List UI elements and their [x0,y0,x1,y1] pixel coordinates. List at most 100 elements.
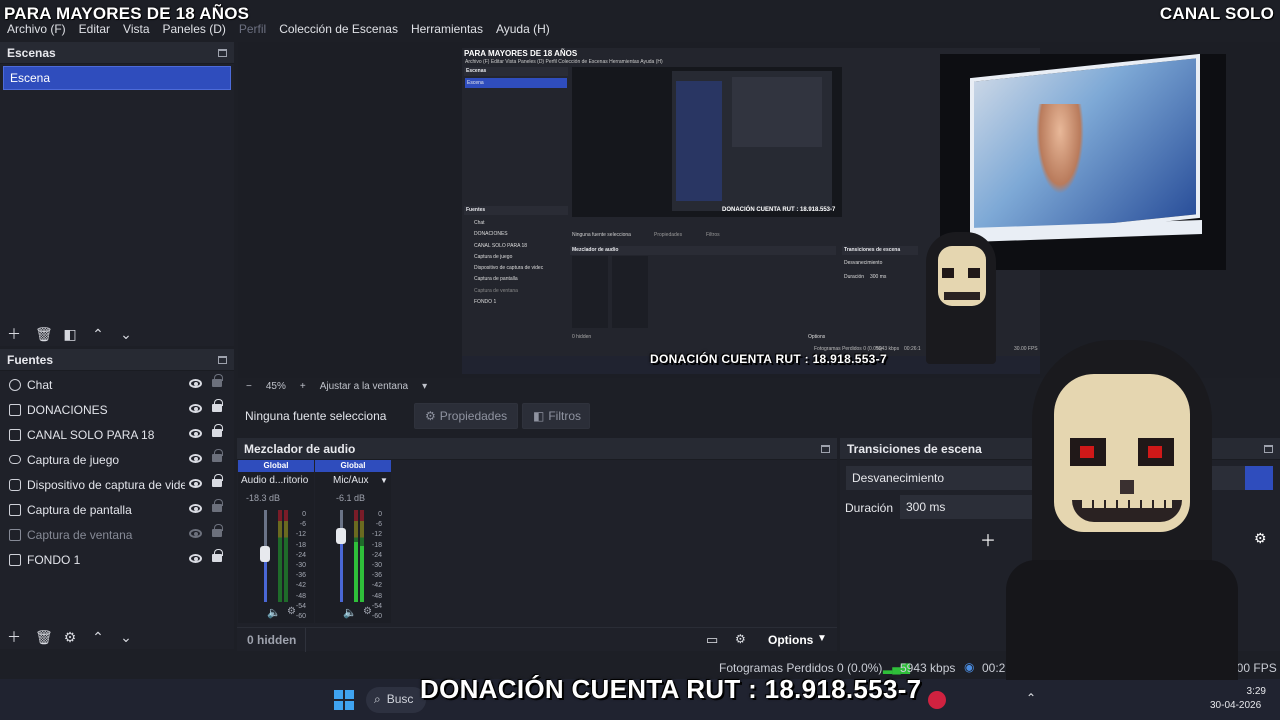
menu-coleccion[interactable]: Colección de Escenas [279,22,398,40]
nested-src: Captura de pantalla [474,276,518,283]
strip-name[interactable]: Audio d...ritorio [241,475,308,486]
nested-mixer-header: Mezclador de audio [570,246,836,255]
scene-filters-button[interactable]: ◧ [63,327,77,341]
chevron-down-icon[interactable]: ▼ [380,476,388,485]
source-label: Captura de juego [27,452,120,467]
popout-icon[interactable] [218,355,227,364]
audio-meter [284,510,288,602]
strip-settings-icon[interactable]: ⚙ [287,606,296,617]
clock-date: 30-04-2026 [1210,700,1262,711]
db-tick: 0 [302,511,306,518]
chevron-down-icon[interactable]: ▾ [422,381,427,392]
layout-icon[interactable]: ▭ [706,632,718,648]
sources-dock: Fuentes Chat DONACIONES CANAL SOLO PARA … [0,349,234,651]
mixer-strip-mic: Global Mic/Aux ▼ -6.1 dB 0 -6 -12 -18 -24 -30… [315,460,391,623]
menu-ayuda[interactable]: Ayuda (H) [496,22,550,40]
eye-icon[interactable] [189,429,202,438]
fit-window-label[interactable]: Ajustar a la ventana [320,381,408,392]
speaker-icon[interactable]: 🔈 [267,606,281,619]
popout-icon[interactable] [821,444,830,453]
db-tick: -36 [295,572,306,580]
gear-icon[interactable]: ⚙ [735,632,746,646]
add-source-button[interactable]: ＋ [7,630,21,644]
eye-icon[interactable] [189,504,202,513]
db-tick: -30 [295,562,306,570]
source-row-fondo[interactable]: FONDO 1 [0,547,234,572]
volume-slider-handle[interactable] [336,528,346,544]
windows-start-icon[interactable] [334,690,354,710]
record-app-icon[interactable] [928,691,946,709]
source-row-captura-ventana[interactable]: Captura de ventana [0,522,234,547]
gear-icon: ⚙ [425,409,436,423]
strip-global-label: Global [315,460,391,472]
scenes-toolbar: ＋ 🗑 ◧ ⌃ ⌄ [0,322,234,346]
add-scene-button[interactable]: ＋ [7,327,21,341]
transition-select-accent[interactable] [1245,466,1273,490]
db-tick: -6 [299,521,306,529]
donation-banner: DONACIÓN CUENTA RUT : 18.918.553-7 [420,674,922,704]
menu-editar[interactable]: Editar [79,22,110,40]
menu-paneles[interactable]: Paneles (D) [163,22,226,40]
strip-name[interactable]: Mic/Aux [333,475,369,486]
eye-icon[interactable] [189,379,202,388]
popout-icon[interactable] [1264,444,1273,453]
eye-icon[interactable] [189,404,202,413]
add-transition-button[interactable]: ＋ [980,527,996,551]
zoom-in-button[interactable]: + [300,381,306,392]
unlock-icon[interactable] [212,524,223,537]
zoom-out-button[interactable]: − [246,381,252,392]
source-settings-button[interactable]: ⚙ [63,630,77,644]
transition-settings-icon[interactable]: ⚙ [1254,530,1267,547]
db-tick: -12 [295,531,306,539]
nested-strip [612,256,648,328]
speaker-icon[interactable]: 🔈 [343,606,357,619]
volume-slider-handle[interactable] [260,546,270,562]
move-up-button[interactable]: ⌃ [91,327,105,341]
remove-source-button[interactable]: 🗑 [35,630,53,644]
move-down-button[interactable]: ⌄ [119,630,133,644]
lock-icon[interactable] [212,474,223,487]
eye-icon[interactable] [189,454,202,463]
taskbar-search[interactable]: ⌕ Busc [366,687,426,713]
nested-title: PARA MAYORES DE 18 AÑOS [464,49,578,58]
options-button[interactable]: Options [768,633,813,647]
nested-src: Captura de juego [474,253,513,260]
popout-icon[interactable] [218,48,227,57]
db-tick: -12 [371,531,382,539]
move-up-button[interactable]: ⌃ [91,630,105,644]
move-down-button[interactable]: ⌄ [119,327,133,341]
menu-archivo[interactable]: Archivo (F) [7,22,66,40]
nested-filters: Filtros [706,232,720,238]
filters-button[interactable]: ◧ Filtros [522,403,590,429]
chevron-down-icon[interactable]: ▼ [817,633,827,644]
properties-button[interactable]: ⚙ Propiedades [414,403,518,429]
nested-trans-header: Transiciones de escena [842,246,918,255]
menu-perfil[interactable]: Perfil [239,22,266,40]
tray-chevron-icon[interactable]: ⌃ [1026,691,1036,705]
source-row-donaciones[interactable]: DONACIONES [0,397,234,422]
scene-item[interactable]: Escena [3,66,231,90]
lock-icon[interactable] [212,549,223,562]
reaper-nose [1120,480,1134,494]
strip-settings-icon[interactable]: ⚙ [363,606,372,617]
taskbar-search-label: Busc [386,692,414,706]
source-row-chat[interactable]: Chat [0,372,234,397]
menu-herramientas[interactable]: Herramientas [411,22,483,40]
menu-vista[interactable]: Vista [123,22,149,40]
eye-hidden-icon[interactable] [189,529,202,538]
unlock-icon[interactable] [212,374,223,387]
source-row-canal-solo[interactable]: CANAL SOLO PARA 18 [0,422,234,447]
unlock-icon[interactable] [212,449,223,462]
remove-scene-button[interactable]: 🗑 [35,327,53,341]
eye-icon[interactable] [189,554,202,563]
eye-icon[interactable] [189,479,202,488]
source-row-dispositivo[interactable]: Dispositivo de captura de videc [0,472,234,497]
lock-icon[interactable] [212,424,223,437]
source-row-captura-juego[interactable]: Captura de juego [0,447,234,472]
transitions-title: Transiciones de escena [847,441,982,456]
reaper-eye-glow [1080,446,1094,458]
unlock-icon[interactable] [212,499,223,512]
no-source-label: Ninguna fuente selecciona [245,409,387,423]
source-row-captura-pantalla[interactable]: Captura de pantalla [0,497,234,522]
lock-icon[interactable] [212,399,223,412]
